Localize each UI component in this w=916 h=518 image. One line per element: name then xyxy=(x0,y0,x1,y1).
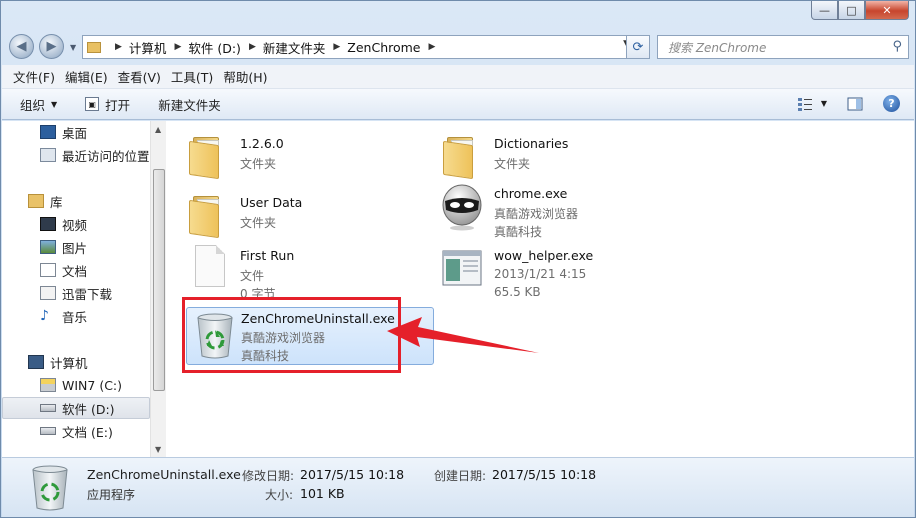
view-dropdown-icon[interactable]: ▼ xyxy=(821,99,827,108)
arrow-left-icon: ◀ xyxy=(16,39,27,54)
annotation-highlight-box xyxy=(182,297,401,373)
details-file-type: 应用程序 xyxy=(87,488,136,502)
drive-icon xyxy=(40,404,56,412)
chevron-right-icon[interactable]: ▶ xyxy=(333,42,340,52)
navigation-pane: 桌面 最近访问的位置 库 视频 图片 文档 迅雷下载 ♪ 音乐 计算机 WIN7… xyxy=(2,121,150,457)
scroll-up-icon[interactable]: ▲ xyxy=(155,125,161,134)
recycle-bin-icon xyxy=(32,465,68,511)
video-icon xyxy=(40,217,56,231)
search-placeholder: 搜索 ZenChrome xyxy=(668,40,767,55)
details-pane: ZenChromeUninstall.exe 应用程序 修改日期: 2017/5… xyxy=(2,457,914,517)
drive-icon xyxy=(40,427,56,435)
scrollbar-thumb[interactable] xyxy=(153,169,165,391)
sidebar-item-drive-c[interactable]: WIN7 (C:) xyxy=(2,374,150,396)
ninja-app-icon xyxy=(442,184,482,231)
arrow-right-icon: ▶ xyxy=(46,39,57,54)
menu-file[interactable]: 文件(F) xyxy=(13,67,55,86)
exe-window-icon xyxy=(442,250,482,286)
minimize-button[interactable]: — xyxy=(811,1,838,20)
download-icon xyxy=(40,286,56,300)
details-file-name: ZenChromeUninstall.exe xyxy=(87,467,241,482)
recent-pages-dropdown[interactable]: ▼ xyxy=(70,43,76,52)
file-list: 1.2.6.0 文件夹 Dictionaries 文件夹 User Data 文… xyxy=(167,121,914,457)
desktop-icon xyxy=(40,125,56,139)
file-item-folder-1260[interactable]: 1.2.6.0 文件夹 xyxy=(167,127,417,185)
command-bar: 组织 ▼ ▣ 打开 新建文件夹 ▼ ? xyxy=(2,89,914,120)
preview-pane-icon[interactable] xyxy=(847,96,863,112)
document-icon xyxy=(40,263,56,277)
close-button[interactable]: ✕ xyxy=(865,1,909,20)
menu-view[interactable]: 查看(V) xyxy=(118,67,161,86)
navigation-bar: ◀ ▶ ▼ ▶ 计算机 ▶ 软件 (D:) ▶ 新建文件夹 ▶ ZenChrome ▶ … xyxy=(9,32,909,60)
address-bar[interactable]: ▶ 计算机▶ 软件 (D:)▶ 新建文件夹▶ ZenChrome▶ ▼ xyxy=(82,35,635,59)
details-modified-label: 修改日期: xyxy=(242,469,295,483)
details-modified-value: 2017/5/15 10:18 xyxy=(300,467,405,482)
new-folder-button[interactable]: 新建文件夹 xyxy=(158,95,221,114)
recent-places-icon xyxy=(40,148,56,162)
file-icon xyxy=(195,245,225,287)
menu-tools[interactable]: 工具(T) xyxy=(171,67,213,86)
details-created-label: 创建日期: xyxy=(434,469,487,483)
folder-small-icon xyxy=(87,41,101,53)
maximize-button[interactable]: □ xyxy=(838,1,865,20)
refresh-button[interactable]: ⟳ xyxy=(626,35,650,59)
sidebar-item-library[interactable]: 库 xyxy=(2,190,150,212)
system-drive-icon xyxy=(40,378,56,392)
open-app-icon: ▣ xyxy=(85,97,100,111)
breadcrumb-drive-d[interactable]: 软件 (D:) ▶ xyxy=(188,38,263,57)
main-pane: 桌面 最近访问的位置 库 视频 图片 文档 迅雷下载 ♪ 音乐 计算机 WIN7… xyxy=(2,121,914,457)
file-item-folder-user-data[interactable]: User Data 文件夹 xyxy=(167,186,417,244)
breadcrumb-zenchrome[interactable]: ZenChrome ▶ xyxy=(347,40,442,55)
sidebar-scrollbar[interactable]: ▲ ▼ xyxy=(150,121,166,457)
organize-button[interactable]: 组织 ▼ xyxy=(20,95,57,114)
chevron-right-icon: ▶ xyxy=(115,42,122,52)
sidebar-item-downloads[interactable]: 迅雷下载 xyxy=(2,282,150,304)
sidebar-item-computer[interactable]: 计算机 xyxy=(2,351,150,373)
file-item-first-run[interactable]: First Run 文件 0 字节 xyxy=(167,239,417,301)
library-icon xyxy=(28,194,44,208)
breadcrumb-computer[interactable]: 计算机 ▶ xyxy=(129,38,188,57)
chevron-right-icon[interactable]: ▶ xyxy=(174,42,181,52)
help-icon[interactable]: ? xyxy=(883,95,900,112)
menu-help[interactable]: 帮助(H) xyxy=(223,67,267,86)
sidebar-item-pictures[interactable]: 图片 xyxy=(2,236,150,258)
chevron-right-icon[interactable]: ▶ xyxy=(249,42,256,52)
breadcrumb-new-folder[interactable]: 新建文件夹 ▶ xyxy=(263,38,347,57)
menu-edit[interactable]: 编辑(E) xyxy=(65,67,108,86)
music-icon: ♪ xyxy=(40,308,49,324)
sidebar-item-desktop[interactable]: 桌面 xyxy=(2,121,150,143)
details-size-value: 101 KB xyxy=(300,486,345,501)
chevron-right-icon[interactable]: ▶ xyxy=(429,42,436,52)
caption-buttons: — □ ✕ xyxy=(811,1,909,20)
explorer-window: — □ ✕ ◀ ▶ ▼ ▶ 计算机 ▶ 软件 (D:) ▶ 新建文件夹 ▶ ZenCh… xyxy=(0,0,916,518)
sidebar-item-documents[interactable]: 文档 xyxy=(2,259,150,281)
sidebar-item-music[interactable]: ♪ 音乐 xyxy=(2,305,150,327)
search-box[interactable]: 搜索 ZenChrome ⚲ xyxy=(657,35,909,59)
sidebar-item-recent[interactable]: 最近访问的位置 xyxy=(2,144,150,166)
view-options-icon[interactable] xyxy=(797,96,813,112)
folder-icon xyxy=(187,137,227,180)
back-button[interactable]: ◀ xyxy=(9,34,34,59)
picture-icon xyxy=(40,240,56,254)
chevron-down-icon: ▼ xyxy=(51,99,58,109)
sidebar-item-drive-d[interactable]: 软件 (D:) xyxy=(2,397,150,419)
annotation-arrow xyxy=(387,317,539,353)
file-item-wow-helper-exe[interactable]: wow_helper.exe 2013/1/21 4:15 65.5 KB xyxy=(421,239,671,299)
folder-icon xyxy=(441,137,481,180)
file-item-chrome-exe[interactable]: chrome.exe 真酷游戏浏览器 真酷科技 xyxy=(421,177,671,239)
search-icon[interactable]: ⚲ xyxy=(892,39,902,54)
forward-button[interactable]: ▶ xyxy=(39,34,64,59)
sidebar-item-drive-e[interactable]: 文档 (E:) xyxy=(2,420,150,442)
sidebar-item-video[interactable]: 视频 xyxy=(2,213,150,235)
folder-icon xyxy=(187,196,227,239)
menu-bar: 文件(F) 编辑(E) 查看(V) 工具(T) 帮助(H) xyxy=(2,65,914,89)
details-created-value: 2017/5/15 10:18 xyxy=(492,467,597,482)
computer-icon xyxy=(28,355,44,369)
scroll-down-icon[interactable]: ▼ xyxy=(155,445,161,454)
open-button[interactable]: ▣ 打开 xyxy=(85,95,130,114)
refresh-icon: ⟳ xyxy=(632,39,644,55)
details-size-label: 大小: xyxy=(265,488,294,502)
